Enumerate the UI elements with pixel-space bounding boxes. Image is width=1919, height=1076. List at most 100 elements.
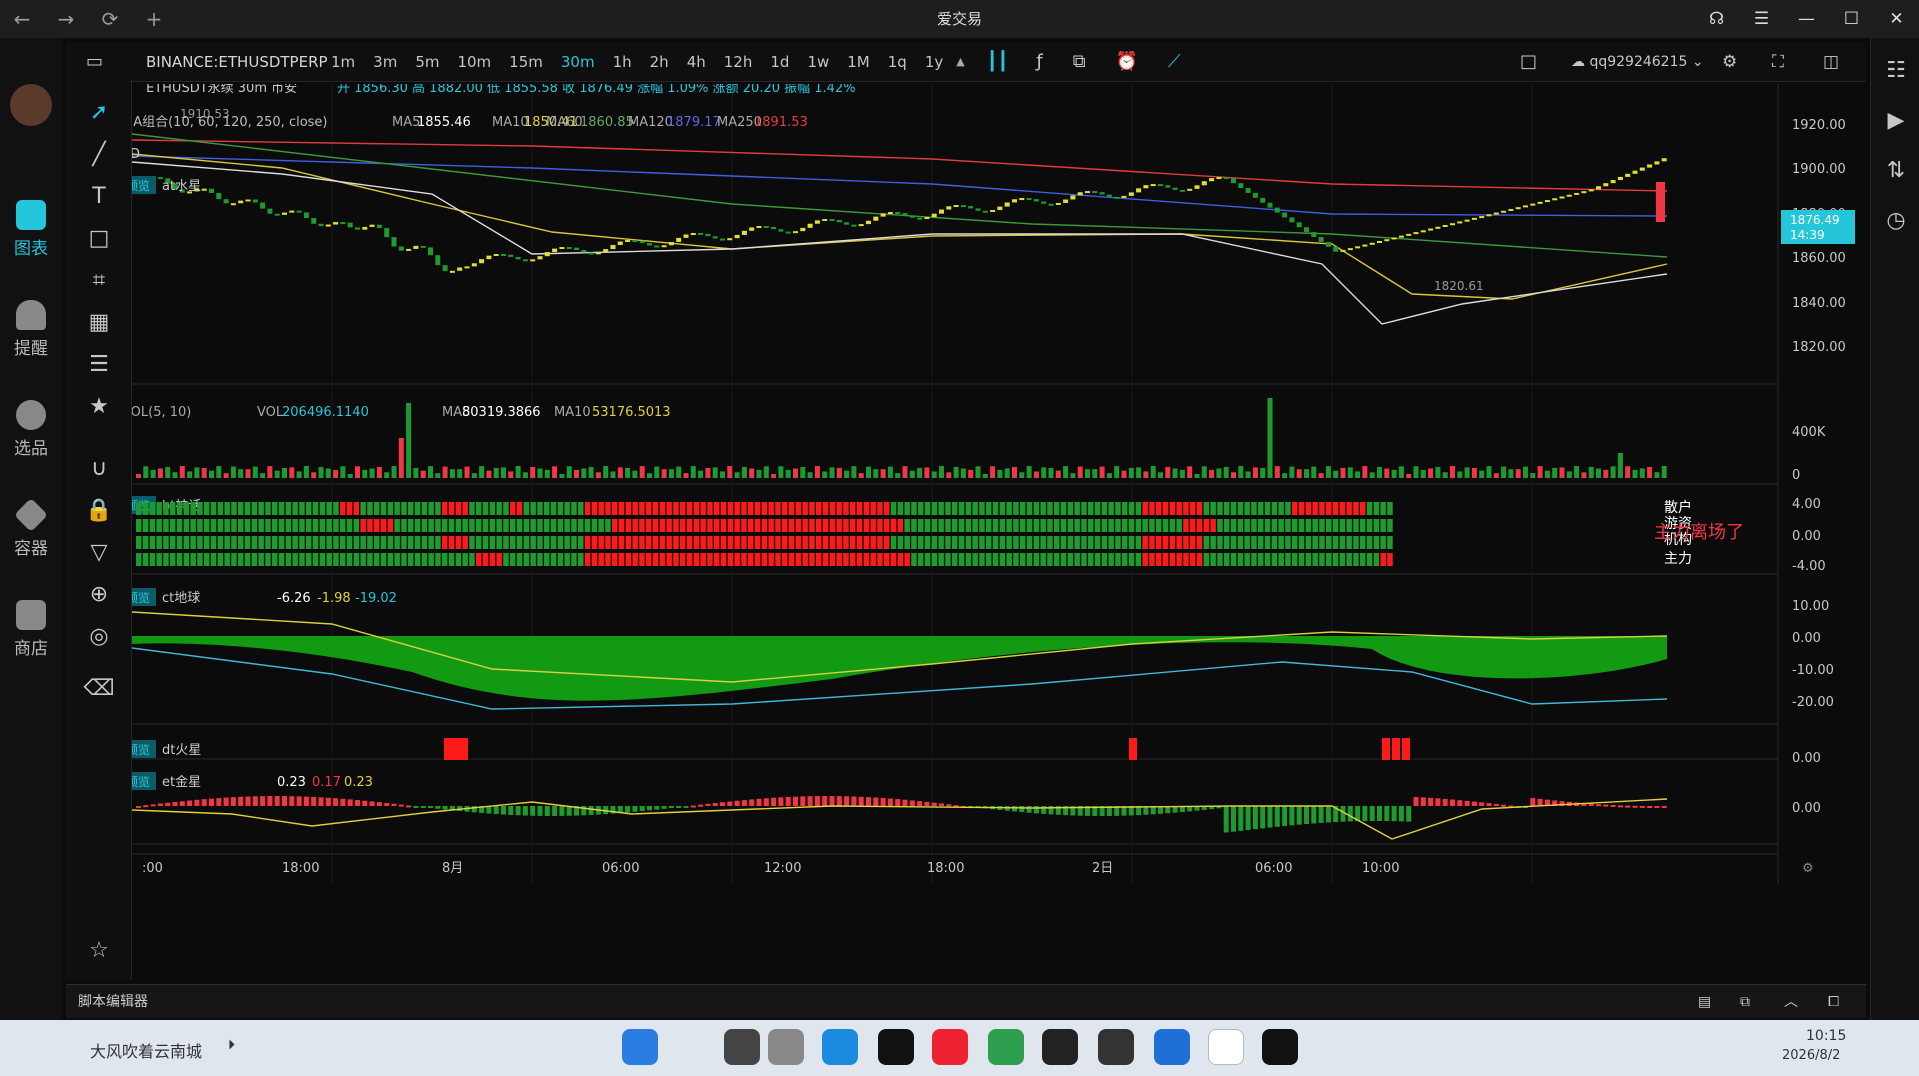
square-icon[interactable]: □ [1520, 51, 1537, 72]
app-icon-3[interactable] [1042, 1029, 1078, 1065]
app-icon-2[interactable] [822, 1029, 858, 1065]
target-icon[interactable]: ⊕ [66, 576, 132, 612]
app-icon-5[interactable] [1154, 1029, 1190, 1065]
rect-tool-icon[interactable]: □ [66, 220, 132, 256]
eraser-icon[interactable]: ⌫ [66, 670, 132, 706]
sidebar-item-screener[interactable]: 选品 [0, 400, 62, 459]
clock-icon[interactable]: ◷ [1863, 202, 1919, 238]
fullscreen-icon[interactable]: ⛶ [1772, 52, 1784, 72]
measure-tool-icon[interactable]: ⌗ [66, 262, 132, 298]
et-bar [588, 806, 594, 815]
bt-cell [204, 502, 210, 515]
favorite-icon[interactable]: ☆ [66, 932, 132, 968]
bt-cell [340, 536, 346, 549]
vol-axis-label: 400K [1792, 425, 1826, 440]
avatar[interactable] [0, 84, 62, 130]
forward-button[interactable]: → [44, 0, 88, 38]
clock-date[interactable]: 2026/8/2 [1782, 1048, 1840, 1063]
indicator-icon[interactable]: ƒ [1036, 51, 1042, 72]
layout-icon[interactable]: ▭ [86, 51, 103, 72]
interval-15m[interactable]: 15m [509, 53, 543, 71]
start-icon[interactable] [622, 1029, 658, 1065]
app-icon-4[interactable] [1098, 1029, 1134, 1065]
volume-bar [1428, 468, 1434, 478]
restore-icon[interactable]: ⧠ [1828, 985, 1839, 1019]
star-tool-icon[interactable]: ★ [66, 388, 132, 424]
sidebar-item-alerts[interactable]: 提醒 [0, 300, 62, 359]
filter-icon[interactable]: ▽ [66, 534, 132, 570]
script-icon-2[interactable]: ⧉ [1740, 985, 1750, 1019]
wps-icon[interactable] [932, 1029, 968, 1065]
et-bar [727, 801, 733, 806]
sidebar-item-store[interactable]: 商店 [0, 600, 62, 659]
interval-2h[interactable]: 2h [650, 53, 669, 71]
sidebar-item-chart[interactable]: 图表 [0, 200, 62, 259]
close-button[interactable]: ✕ [1874, 0, 1919, 38]
chart-area[interactable]: 1920.001900.001880.001860.001840.001820.… [132, 84, 1868, 979]
interval-1m[interactable]: 1m [331, 53, 355, 71]
fib-tool-icon[interactable]: ☰ [66, 346, 132, 382]
interval-1q[interactable]: 1q [888, 53, 907, 71]
bt-cell [979, 536, 985, 549]
new-tab-button[interactable]: + [132, 0, 176, 38]
interval-1d[interactable]: 1d [770, 53, 789, 71]
tiktok-icon[interactable] [878, 1029, 914, 1065]
grid-tool-icon[interactable]: ▦ [66, 304, 132, 340]
panel-icon[interactable]: ◫ [1823, 52, 1839, 72]
text-tool-icon[interactable]: T [66, 178, 132, 214]
compare-icon[interactable]: ⧉ [1073, 51, 1086, 72]
chevron-up-icon[interactable]: ︿ [1784, 985, 1798, 1019]
sidebar-item-container[interactable]: 容器 [0, 498, 62, 559]
search-icon[interactable] [768, 1029, 804, 1065]
qq-icon[interactable] [1208, 1029, 1244, 1065]
app-icon-1[interactable] [724, 1029, 760, 1065]
drawing-icon[interactable]: ⟋ [1168, 51, 1181, 72]
edge-icon[interactable] [988, 1029, 1024, 1065]
interval-more-icon[interactable]: ▲ [956, 55, 964, 68]
interval-5m[interactable]: 5m [415, 53, 439, 71]
eye-icon[interactable]: ◎ [66, 618, 132, 654]
bt-cell [741, 553, 747, 566]
et-bar [413, 806, 419, 808]
user-menu[interactable]: ☁ qq929246215 ⌄ [1571, 54, 1704, 70]
magnet-icon[interactable]: ∪ [66, 450, 132, 486]
interval-30m[interactable]: 30m [561, 53, 595, 71]
cursor-icon[interactable]: ➚ [66, 94, 132, 130]
line-tool-icon[interactable]: ╱ [66, 136, 132, 172]
candle [1318, 237, 1324, 242]
clock-time[interactable]: 10:15 [1806, 1028, 1846, 1044]
app-icon-6[interactable] [1262, 1029, 1298, 1065]
interval-1w[interactable]: 1w [807, 53, 829, 71]
back-button[interactable]: ← [0, 0, 44, 38]
interval-1h[interactable]: 1h [613, 53, 632, 71]
settings-icon[interactable]: ⚙ [1722, 52, 1737, 72]
script-editor-bar[interactable]: 脚本编辑器 ▤ ⧉ ︿ ⧠ [66, 984, 1866, 1018]
script-icon-1[interactable]: ▤ [1698, 985, 1711, 1019]
bt-cell [374, 536, 380, 549]
et-bar [340, 798, 346, 806]
refresh-button[interactable]: ⟳ [88, 0, 132, 38]
interval-4h[interactable]: 4h [687, 53, 706, 71]
interval-3m[interactable]: 3m [373, 53, 397, 71]
interval-12h[interactable]: 12h [724, 53, 753, 71]
candle [449, 270, 455, 273]
play-icon[interactable]: ▶ [1863, 102, 1919, 138]
maximize-button[interactable]: ☐ [1829, 0, 1874, 38]
interval-1y[interactable]: 1y [925, 53, 943, 71]
volume-bar [1245, 471, 1251, 478]
volume-bar [814, 466, 820, 478]
lock-icon[interactable]: 🔒 [66, 492, 132, 528]
bt-cell [741, 519, 747, 532]
list-icon[interactable]: ☷ [1863, 52, 1919, 88]
bt-cell [1101, 536, 1108, 549]
interval-10m[interactable]: 10m [457, 53, 491, 71]
media-icon[interactable]: ⏵ [228, 1037, 235, 1053]
trade-icon[interactable]: ⇅ [1863, 152, 1919, 188]
candle-type-icon[interactable]: ┃┃ [987, 51, 1009, 72]
alert-add-icon[interactable]: ⏰ [1116, 51, 1138, 72]
candle [1457, 221, 1463, 224]
interval-1M[interactable]: 1M [847, 53, 870, 71]
menu-icon[interactable]: ☰ [1739, 0, 1784, 38]
minimize-button[interactable]: — [1784, 0, 1829, 38]
headset-icon[interactable]: ☊ [1694, 0, 1739, 38]
